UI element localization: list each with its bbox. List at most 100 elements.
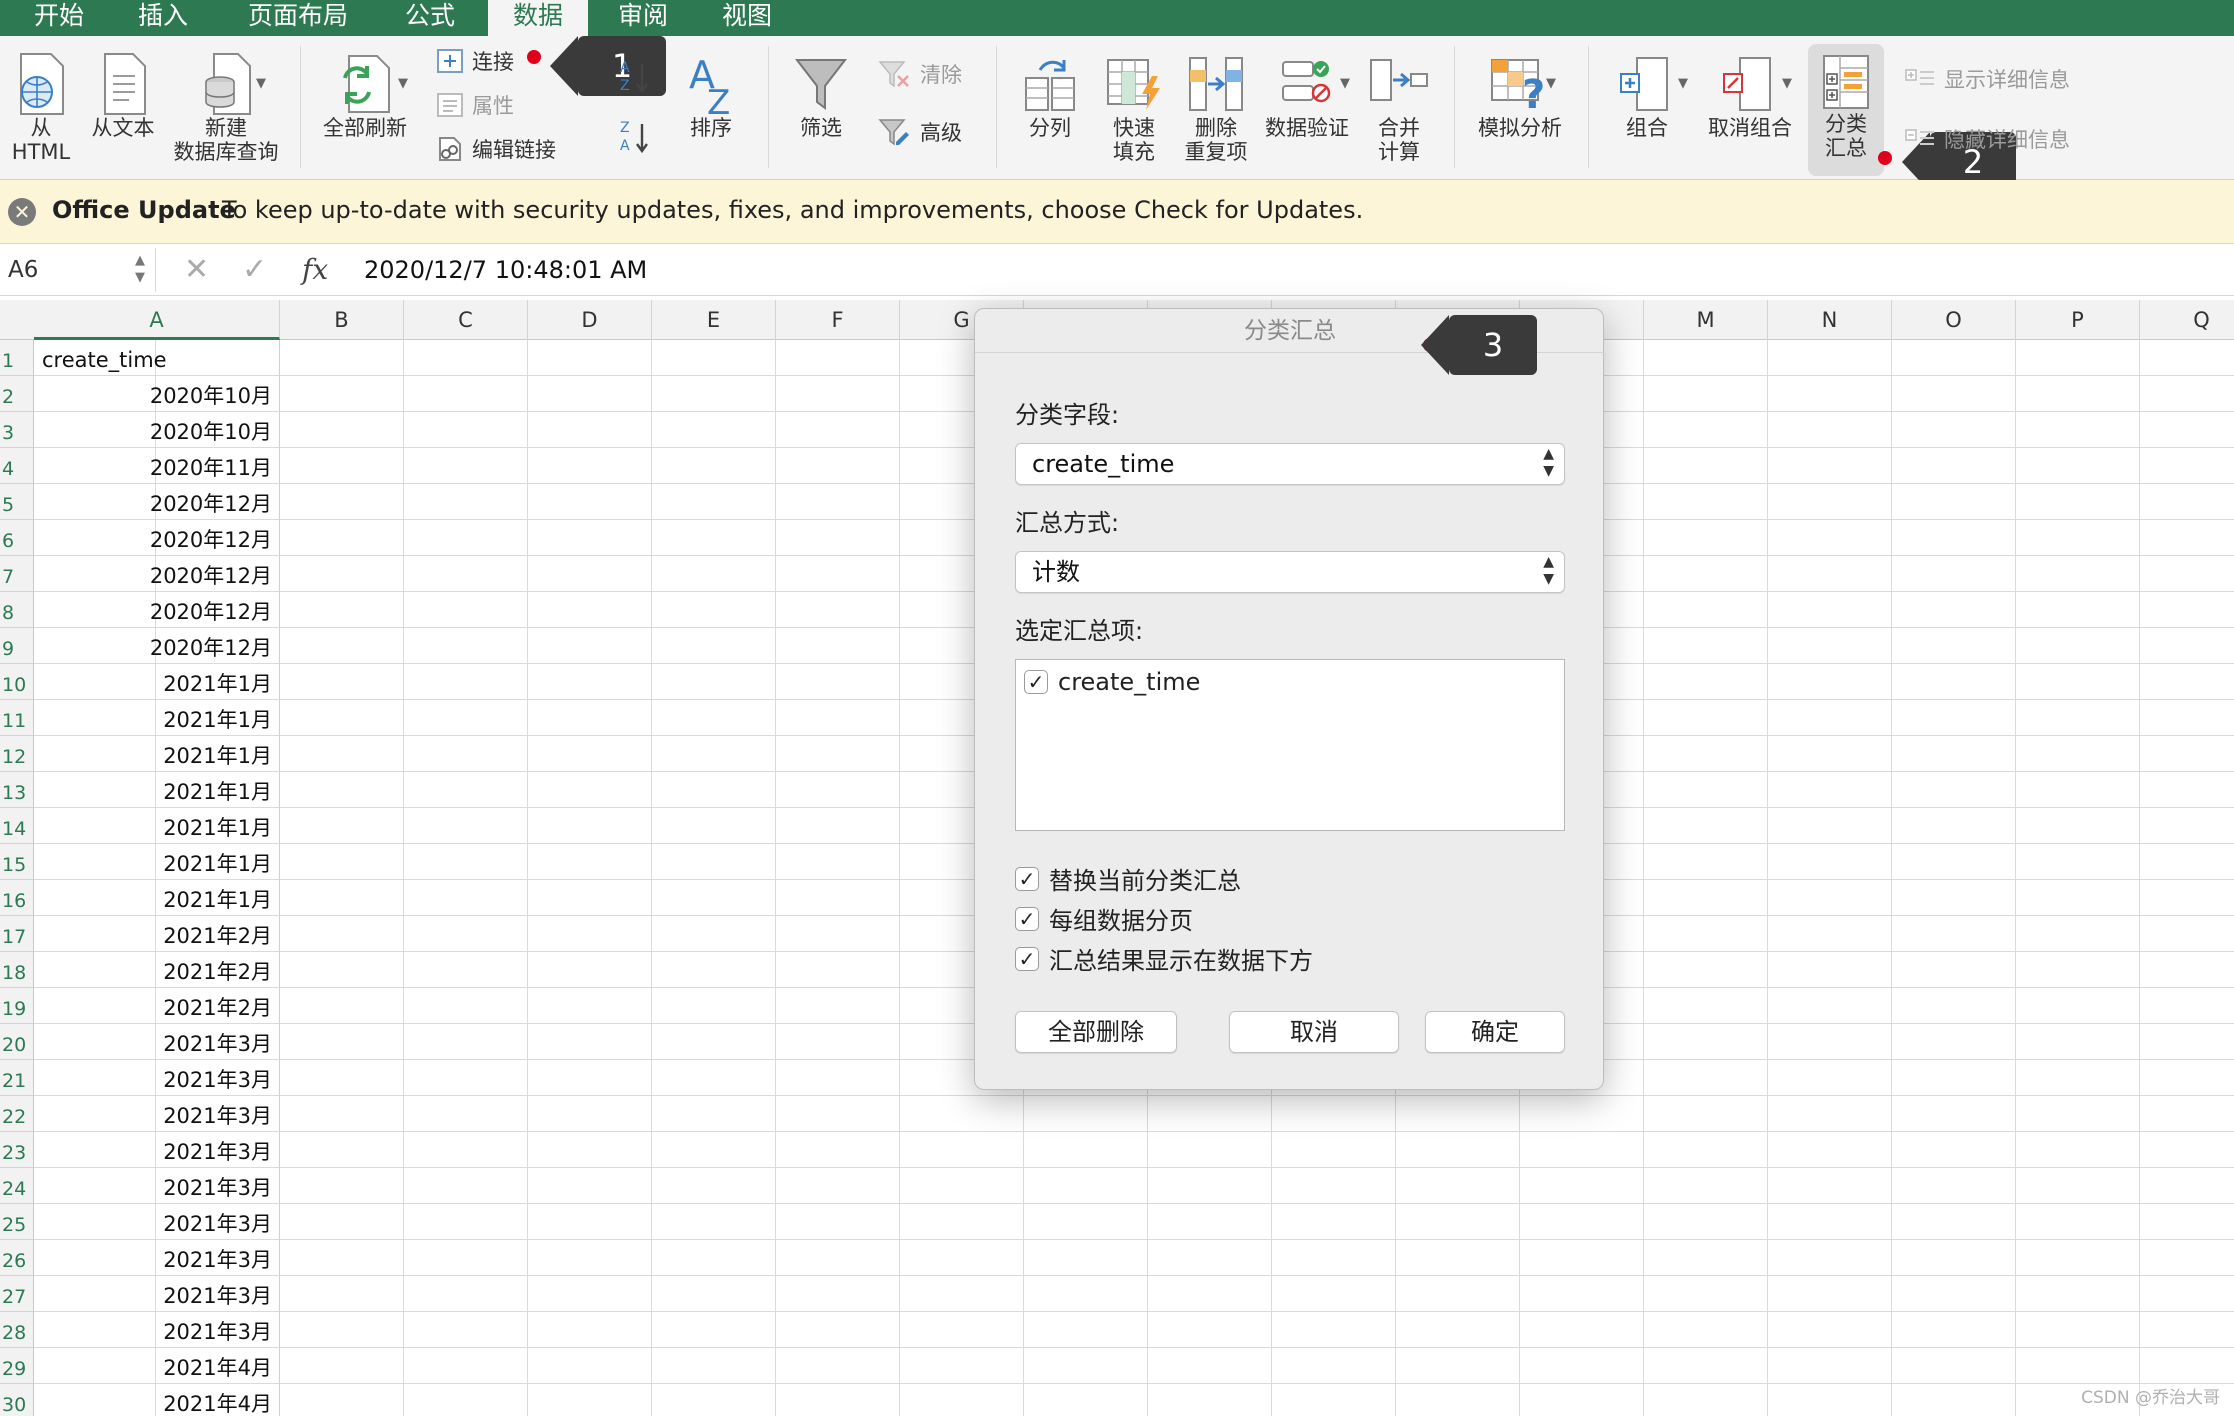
column-header[interactable]: A [34, 300, 280, 340]
row-header[interactable]: 14 [0, 808, 33, 844]
row-header[interactable]: 19 [0, 988, 33, 1024]
data-cell[interactable]: 2021年1月 [34, 772, 280, 808]
row-header[interactable]: 16 [0, 880, 33, 916]
properties-button[interactable]: 属性 [436, 90, 514, 120]
hide-detail-button[interactable]: 隐藏详细信息 [1904, 124, 2070, 154]
checkbox-checked-icon[interactable]: ✓ [1015, 866, 1039, 891]
cancel-button[interactable]: 取消 [1229, 1011, 1399, 1053]
column-header[interactable]: F [776, 300, 900, 340]
row-header[interactable]: 21 [0, 1060, 33, 1096]
column-header[interactable]: E [652, 300, 776, 340]
data-cell[interactable]: 2020年12月 [34, 628, 280, 664]
insert-function-icon[interactable]: fx [302, 250, 328, 290]
chevron-down-icon[interactable]: ▼ [1340, 76, 1350, 91]
data-cell[interactable]: 2021年4月 [34, 1384, 280, 1416]
row-header[interactable]: 28 [0, 1312, 33, 1348]
tab-review[interactable]: 审阅 [598, 0, 688, 36]
subtotal-button[interactable]: 分类 汇总 [1808, 44, 1884, 176]
data-cell[interactable]: 2021年2月 [34, 952, 280, 988]
connections-button[interactable]: 连接 [436, 46, 514, 76]
data-cell[interactable]: 2021年3月 [34, 1240, 280, 1276]
ungroup-button[interactable]: 取消组合 [1700, 52, 1800, 140]
row-header[interactable]: 1 [0, 340, 33, 376]
tab-home[interactable]: 开始 [14, 0, 104, 36]
row-header[interactable]: 9 [0, 628, 33, 664]
data-cell[interactable]: 2021年1月 [34, 736, 280, 772]
new-database-query-button[interactable]: 新建 数据库查询 [170, 52, 282, 164]
column-header[interactable]: M [1644, 300, 1768, 340]
close-icon[interactable]: ✕ [8, 198, 36, 226]
what-if-analysis-button[interactable]: ? 模拟分析 [1470, 52, 1570, 140]
group-by-select[interactable]: create_time ▲ ▼ [1015, 443, 1565, 485]
data-cell[interactable]: 2021年2月 [34, 916, 280, 952]
data-cell[interactable]: 2021年3月 [34, 1024, 280, 1060]
row-header[interactable]: 29 [0, 1348, 33, 1384]
from-html-button[interactable]: 从 HTML [6, 52, 76, 164]
data-cell[interactable]: 2020年12月 [34, 520, 280, 556]
column-header[interactable]: Q [2140, 300, 2234, 340]
tab-insert[interactable]: 插入 [118, 0, 208, 36]
column-header[interactable]: D [528, 300, 652, 340]
row-header[interactable]: 11 [0, 700, 33, 736]
row-header[interactable]: 10 [0, 664, 33, 700]
row-header[interactable]: 20 [0, 1024, 33, 1060]
confirm-icon[interactable]: ✓ [242, 250, 267, 290]
sort-z-to-a-button[interactable]: Z A [618, 118, 654, 158]
checkbox-checked-icon[interactable]: ✓ [1015, 946, 1039, 971]
data-cell[interactable]: 2020年12月 [34, 592, 280, 628]
row-header[interactable]: 2 [0, 376, 33, 412]
row-header[interactable]: 4 [0, 448, 33, 484]
function-select[interactable]: 计数 ▲ ▼ [1015, 551, 1565, 593]
spinner-icon[interactable]: ▲ ▼ [135, 252, 145, 286]
data-cell[interactable]: 2020年10月 [34, 412, 280, 448]
from-text-button[interactable]: 从文本 [88, 52, 158, 140]
checkbox-checked-icon[interactable]: ✓ [1024, 670, 1048, 694]
column-header[interactable]: P [2016, 300, 2140, 340]
sort-ascending-button[interactable]: A Z [618, 58, 654, 98]
data-cell[interactable]: 2021年3月 [34, 1204, 280, 1240]
remove-duplicates-button[interactable]: 删除 重复项 [1176, 52, 1256, 164]
refresh-all-button[interactable]: 全部刷新 [318, 52, 412, 140]
data-cell[interactable]: 2021年3月 [34, 1168, 280, 1204]
data-cell[interactable]: 2021年1月 [34, 808, 280, 844]
data-cell[interactable]: 2021年3月 [34, 1060, 280, 1096]
subtotal-fields-list[interactable]: ✓ create_time [1015, 659, 1565, 831]
text-to-columns-button[interactable]: 分列 [1014, 52, 1086, 140]
row-header[interactable]: 8 [0, 592, 33, 628]
data-cell[interactable]: 2021年3月 [34, 1276, 280, 1312]
row-header[interactable]: 13 [0, 772, 33, 808]
formula-input[interactable]: 2020/12/7 10:48:01 AM [364, 252, 647, 288]
row-header[interactable]: 25 [0, 1204, 33, 1240]
list-item[interactable]: ✓ create_time [1024, 668, 1200, 696]
chevron-down-icon[interactable]: ▼ [1782, 76, 1792, 91]
ok-button[interactable]: 确定 [1425, 1011, 1565, 1053]
row-header[interactable]: 5 [0, 484, 33, 520]
page-break-option[interactable]: ✓ 每组数据分页 [1015, 901, 1193, 936]
data-cell[interactable]: 2021年4月 [34, 1348, 280, 1384]
row-header[interactable]: 30 [0, 1384, 33, 1416]
tab-view[interactable]: 视图 [702, 0, 792, 36]
data-cell[interactable]: 2020年12月 [34, 484, 280, 520]
checkbox-checked-icon[interactable]: ✓ [1015, 906, 1039, 931]
row-header[interactable]: 7 [0, 556, 33, 592]
advanced-filter-button[interactable]: 高级 [878, 116, 962, 148]
chevron-down-icon[interactable]: ▼ [256, 76, 266, 91]
edit-links-button[interactable]: 编辑链接 [436, 134, 556, 164]
data-cell[interactable]: 2020年11月 [34, 448, 280, 484]
filter-button[interactable]: 筛选 [786, 52, 856, 140]
data-cell[interactable]: 2021年1月 [34, 880, 280, 916]
consolidate-button[interactable]: 合并 计算 [1362, 52, 1436, 164]
column-header[interactable]: O [1892, 300, 2016, 340]
data-cell[interactable]: 2020年12月 [34, 556, 280, 592]
chevron-down-icon[interactable]: ▼ [398, 76, 408, 91]
data-cell[interactable]: 2021年1月 [34, 664, 280, 700]
chevron-down-icon[interactable]: ▼ [1678, 76, 1688, 91]
group-button[interactable]: 组合 [1604, 52, 1690, 140]
data-cell[interactable]: 2021年2月 [34, 988, 280, 1024]
row-header[interactable]: 26 [0, 1240, 33, 1276]
row-header[interactable]: 23 [0, 1132, 33, 1168]
row-header[interactable]: 6 [0, 520, 33, 556]
row-header[interactable]: 3 [0, 412, 33, 448]
column-header[interactable]: N [1768, 300, 1892, 340]
data-cell[interactable]: 2021年3月 [34, 1312, 280, 1348]
